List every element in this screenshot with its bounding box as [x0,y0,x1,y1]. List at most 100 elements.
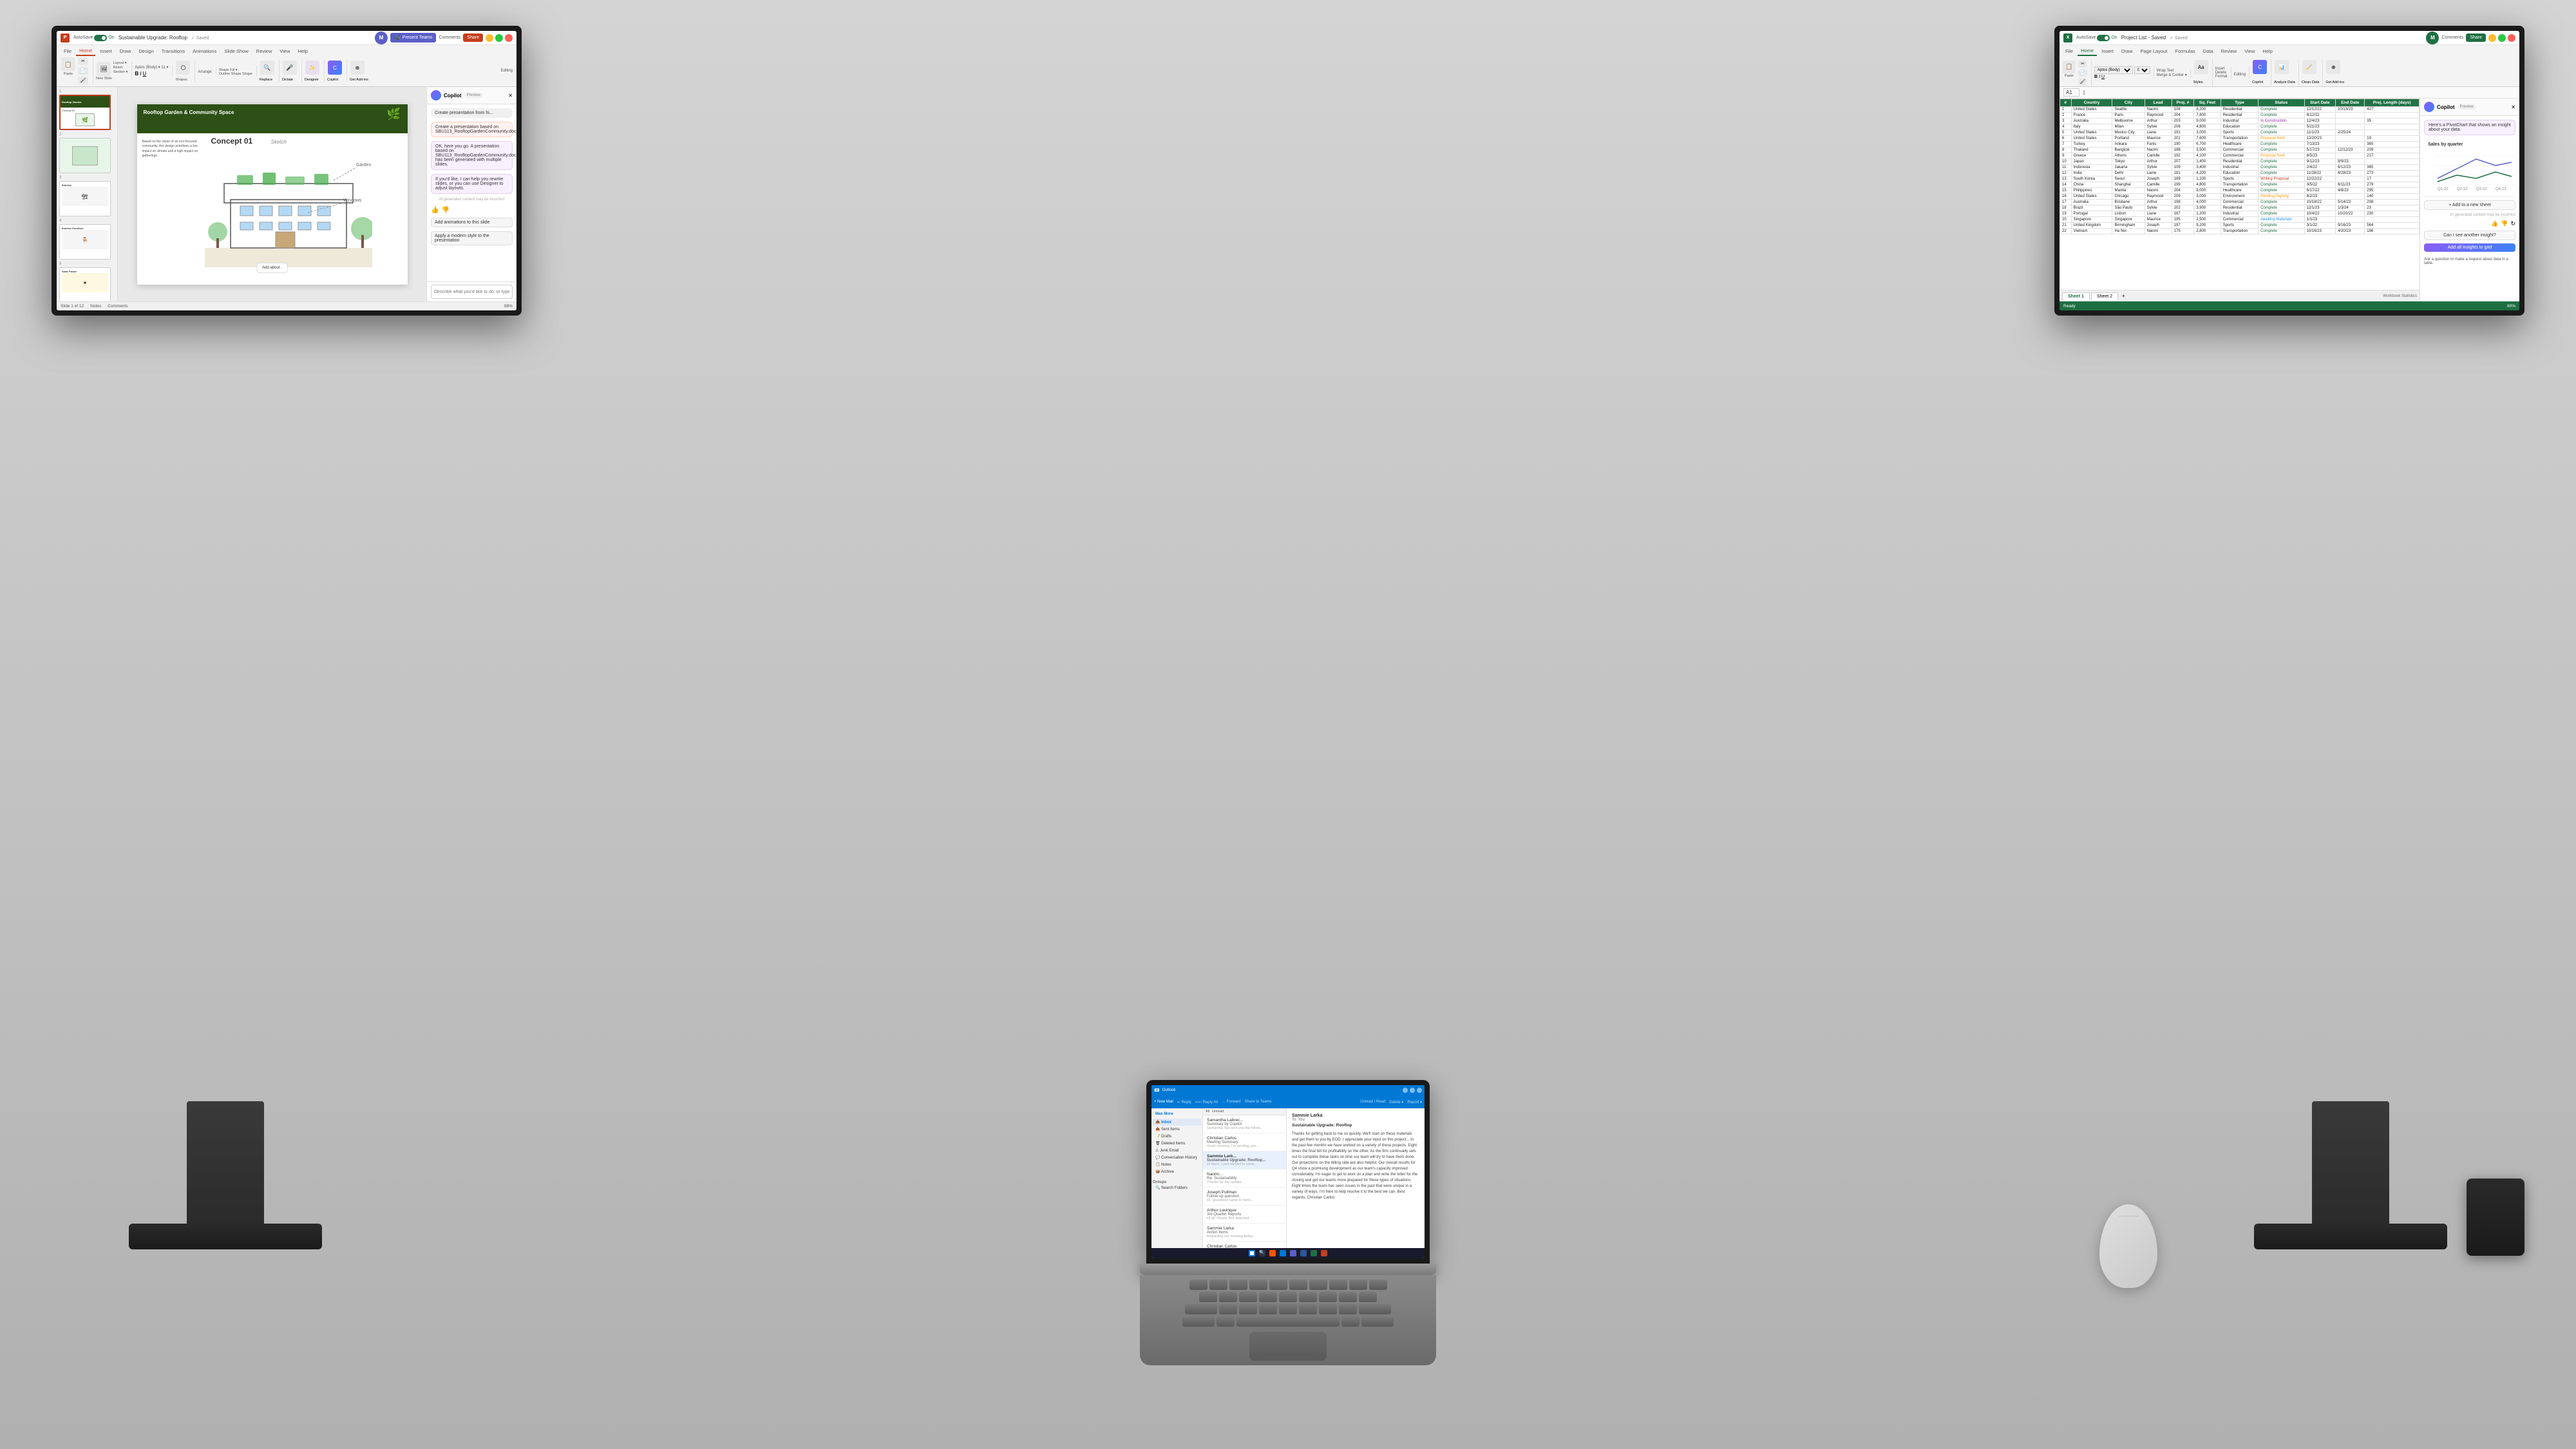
key-k[interactable] [1339,1292,1357,1302]
key-r[interactable] [1249,1280,1267,1290]
dictate-button[interactable]: 🎤 [283,61,297,75]
email-item-3[interactable]: Sammie Lark... Sustainable Upgrade: Roof… [1203,1151,1286,1170]
xl-col-city[interactable]: City [2112,99,2145,107]
folder-archive[interactable]: 📦 Archive [1153,1168,1201,1175]
xl-analyze-button[interactable]: 📊 [2275,60,2289,74]
add-sheet-button[interactable]: + [2119,293,2128,299]
xl-col-startdate[interactable]: Start Date [2304,99,2335,107]
xl-format-label[interactable]: Format [2215,75,2228,79]
xl-tab-draw[interactable]: Draw [2118,47,2136,55]
shapes-button[interactable]: ⬡ [176,61,190,75]
slide-thumb-4[interactable]: Exterior Furniture 🪑 [59,224,111,260]
xl-copilot-button[interactable]: C [2253,60,2267,74]
key-alt[interactable] [1217,1316,1235,1327]
xl-copy[interactable]: 📄 [2078,70,2087,77]
key-c[interactable] [1259,1304,1277,1314]
xl-maximize[interactable] [2498,34,2506,42]
table-row[interactable]: 7TurkeyAnkaraFanis1906,700HealthcareComp… [2060,142,2420,147]
folder-sent[interactable]: 📤 Sent Items [1153,1126,1201,1133]
table-row[interactable]: 9GreeceAthensCamille1924,100CommercialPr… [2060,153,2420,159]
thumbs-up-icon[interactable]: 👍 [431,207,439,214]
table-row[interactable]: 2FranceParisRaymond2047,800ResidentialCo… [2060,113,2420,118]
table-row[interactable]: 21United KingdomBirminghamJoseph1979,200… [2060,223,2420,229]
table-row[interactable]: 16United StatesChicagoRaymond2093,000Env… [2060,194,2420,200]
paste-button[interactable]: 📋 [61,57,75,71]
close-button[interactable] [505,34,513,42]
format-painter[interactable]: 🖌 [78,77,88,84]
email-item-7[interactable]: Sammie Larka Action Items Regarding our … [1203,1224,1286,1242]
table-row[interactable]: 10JapanTokyoArthur2071,400ResidentialCom… [2060,159,2420,165]
key-u[interactable] [1309,1280,1327,1290]
key-shift-left[interactable] [1185,1304,1217,1314]
key-i[interactable] [1329,1280,1347,1290]
email-item-2[interactable]: Christian Carlos Meeting Summary Good mo… [1203,1133,1286,1151]
xl-styles-button[interactable]: Aa [2194,60,2208,74]
table-row[interactable]: 14ChinaShanghaiCamille1994,800Transporta… [2060,182,2420,188]
xl-col-enddate[interactable]: End Date [2336,99,2365,107]
xl-paste[interactable]: 📋 [2063,61,2076,73]
key-y[interactable] [1289,1280,1307,1290]
underline-button[interactable]: U [142,71,146,77]
xl-addins-button[interactable]: ⊕ [2326,60,2340,74]
bold-button[interactable]: B [135,71,138,77]
xl-col-status[interactable]: Status [2259,99,2304,107]
table-row[interactable]: 6United StatesPortlandMaurice2017,600Tra… [2060,136,2420,142]
add-animations-button[interactable]: Add animations to this slide [431,218,513,227]
xl-thumbs-down[interactable]: 👎 [2501,220,2508,227]
copilot-ribbon-button[interactable]: C [328,61,342,75]
xl-cut[interactable]: ✂ [2078,61,2087,68]
key-n[interactable] [1319,1304,1337,1314]
comments-status[interactable]: Comments [108,304,128,308]
xl-col-lead[interactable]: Lead [2145,99,2172,107]
table-row[interactable]: 12IndiaDelhiLiane1814,200EducationComple… [2060,171,2420,176]
present-teams-button[interactable]: 📹 Present Teams [390,33,437,43]
xl-tab-home[interactable]: Home [2078,46,2097,56]
key-l[interactable] [1359,1292,1377,1302]
trackpad[interactable] [1249,1332,1327,1361]
tab-insert[interactable]: Insert [97,47,115,55]
email-item-8[interactable]: Christian Carlos Project Update Here's a… [1203,1242,1286,1248]
filter-all[interactable]: All [1206,1110,1209,1113]
table-row[interactable]: 1United StatesSeattleNaomi1088,200Reside… [2060,107,2420,113]
designer-button[interactable]: ✨ [305,61,319,75]
tab-slideshow[interactable]: Slide Show [221,47,252,55]
key-w[interactable] [1209,1280,1227,1290]
xl-minimize[interactable] [2488,34,2496,42]
add-all-insights-btn[interactable]: Add all insights to grid [2424,243,2515,252]
table-row[interactable]: 3AustraliaMelbourneArthur2039,000Industr… [2060,118,2420,124]
get-addins-button[interactable]: ⊕ [350,61,365,75]
table-row[interactable]: 4ItalyMilanSylvie2064,800EducationComple… [2060,124,2420,130]
outlook-close[interactable] [1417,1088,1422,1093]
nav-reply[interactable]: ↩ Reply [1177,1100,1191,1104]
ppt-taskbar-icon[interactable] [1321,1250,1327,1256]
search-taskbar[interactable]: 🔍 [1259,1250,1265,1256]
key-t[interactable] [1269,1280,1287,1290]
xl-font-select[interactable]: Aptos (Body) [2094,66,2133,74]
xl-tab-data[interactable]: Data [2200,47,2217,55]
email-item-5[interactable]: Joseph Pullman Follow up question Hi, Qu… [1203,1188,1286,1206]
key-ctrl-right[interactable] [1361,1316,1394,1327]
xl-autosave-toggle[interactable] [2097,35,2110,41]
slide-thumb-1[interactable]: Rooftop Garden Concept 01 🌿 [59,95,111,130]
table-row[interactable]: 17AustraliaBrisbaneArthur1984,000Commerc… [2060,200,2420,205]
xl-col-projlength[interactable]: Proj. Length (days) [2365,99,2420,107]
xl-thumbs-up[interactable]: 👍 [2491,220,2498,227]
xl-tab-file[interactable]: File [2062,47,2076,55]
key-f[interactable] [1259,1292,1277,1302]
new-slide-button[interactable]: 🖼 [97,62,111,76]
xl-col-country[interactable]: Country [2071,99,2112,107]
apply-modern-style-button[interactable]: Apply a modern style to the presentation [431,231,513,245]
table-row[interactable]: 20SingaporeSingaporeMaurice1952,500Comme… [2060,217,2420,223]
nav-unread[interactable]: Unread / Read [1360,1100,1385,1104]
minimize-button[interactable] [486,34,493,42]
folder-deleted[interactable]: 🗑 Deleted Items [1153,1140,1201,1147]
cut-button[interactable]: ✂ [78,57,88,65]
key-v[interactable] [1279,1304,1297,1314]
xl-italic[interactable]: I [2099,75,2100,79]
xl-refresh[interactable]: ↻ [2510,220,2515,227]
xl-underline[interactable]: U [2101,75,2105,79]
folder-junk[interactable]: ⚠ Junk Email [1153,1147,1201,1154]
key-a[interactable] [1199,1292,1217,1302]
key-h[interactable] [1299,1292,1317,1302]
folder-inbox[interactable]: 📥 Inbox [1153,1119,1201,1126]
